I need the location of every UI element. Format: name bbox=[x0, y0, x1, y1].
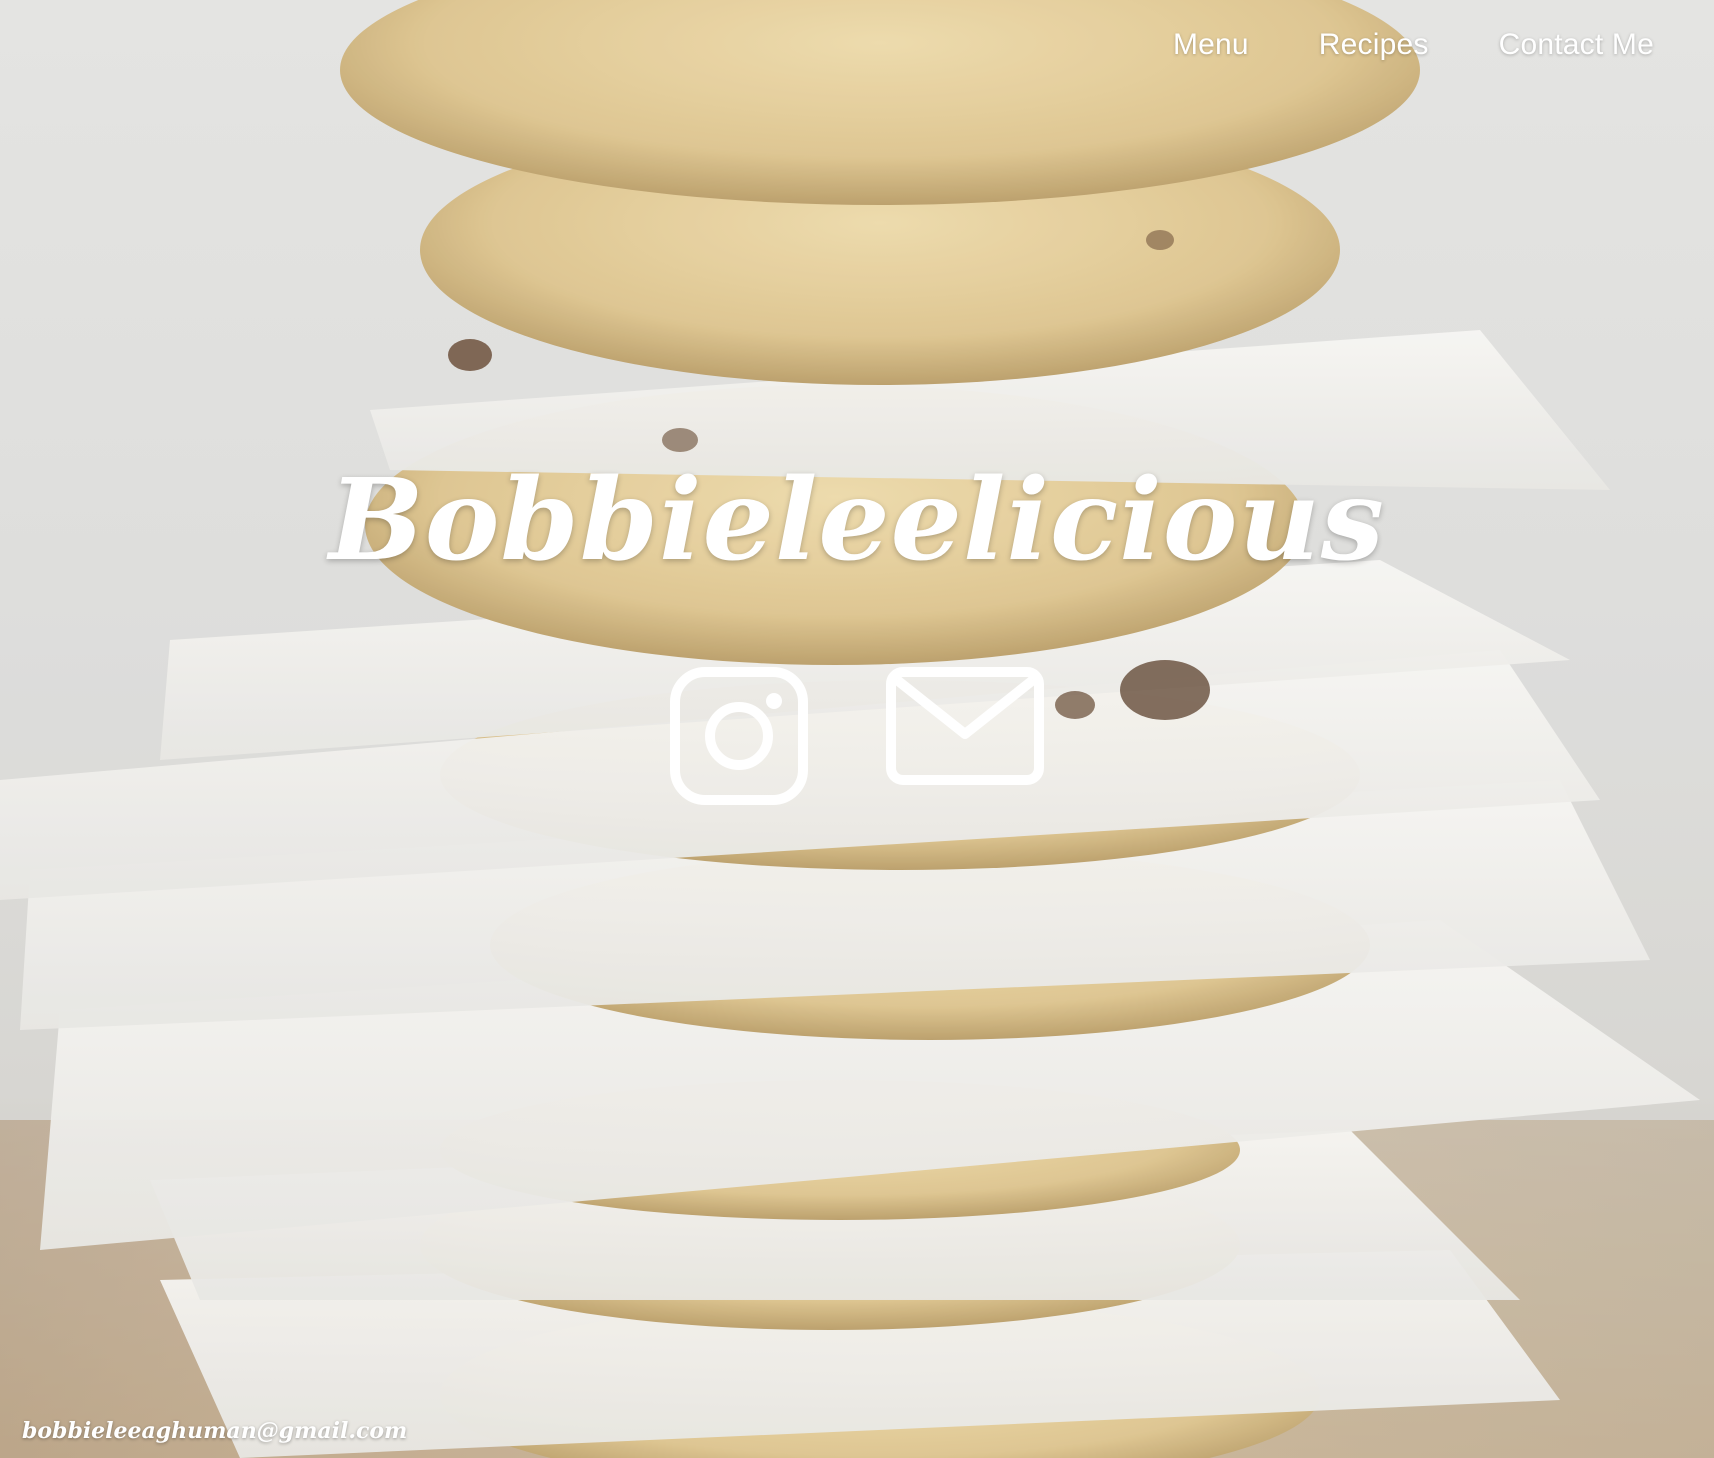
top-nav: Menu Recipes Contact Me bbox=[1173, 28, 1654, 62]
mail-icon bbox=[886, 667, 1044, 785]
footer-email-link[interactable]: bobbieleeaghuman@gmail.com bbox=[22, 1418, 407, 1444]
site-title: Bobbieleelicious bbox=[329, 455, 1385, 586]
social-links bbox=[0, 666, 1714, 811]
nav-item-contact-me[interactable]: Contact Me bbox=[1499, 28, 1654, 62]
nav-item-menu[interactable]: Menu bbox=[1173, 28, 1249, 62]
email-link[interactable] bbox=[885, 666, 1045, 811]
nav-item-recipes[interactable]: Recipes bbox=[1319, 28, 1429, 62]
instagram-icon bbox=[670, 667, 808, 805]
instagram-link[interactable] bbox=[669, 666, 809, 811]
